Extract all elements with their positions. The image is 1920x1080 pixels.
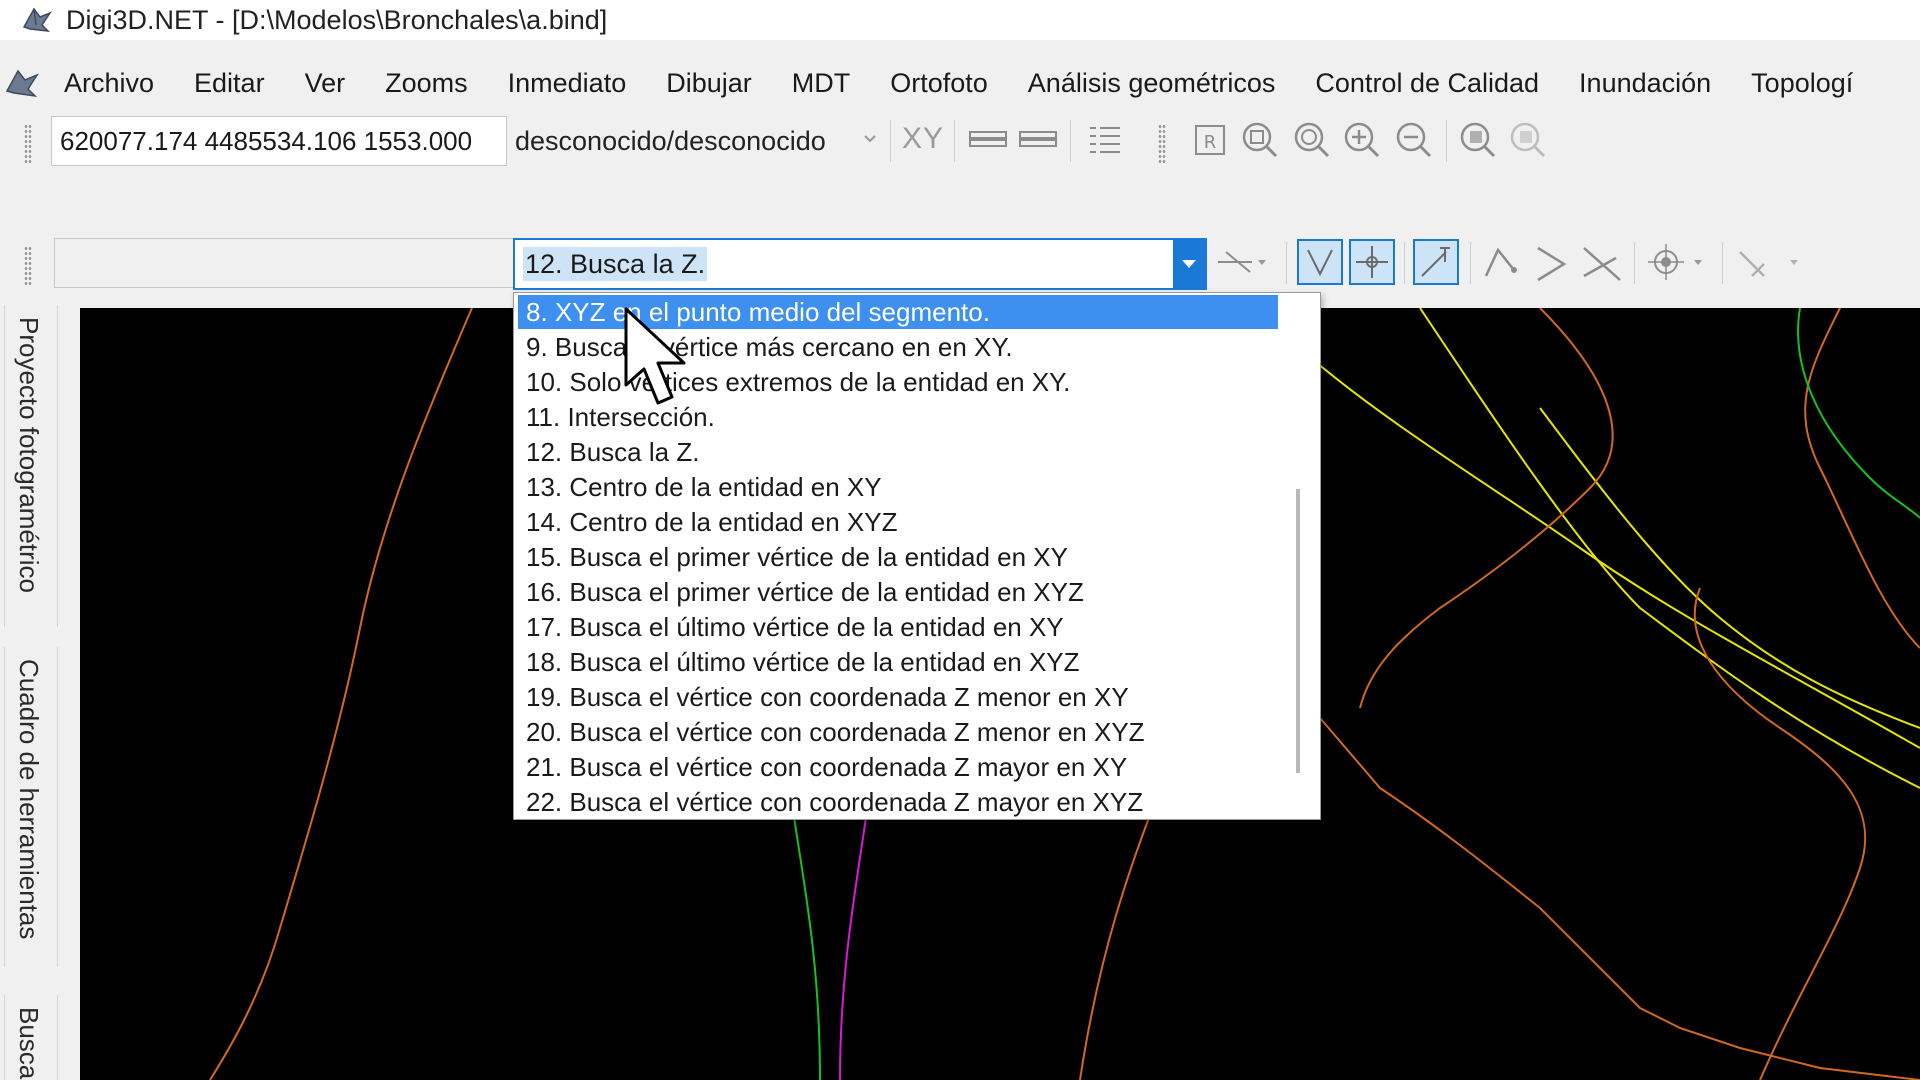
toolbar-separator <box>1286 242 1287 284</box>
contour-line <box>1797 308 1920 519</box>
contour-line <box>1359 308 1614 709</box>
window-title: Digi3D.NET - [D:\Modelos\Bronchales\a.bi… <box>66 4 608 35</box>
crs-value: desconocido/desconocido <box>515 125 826 156</box>
dropdown-option[interactable]: 16. Busca el primer vértice de la entida… <box>518 575 1278 609</box>
contour-line <box>1265 317 1920 749</box>
menu-zooms[interactable]: Zooms <box>365 68 488 99</box>
toolbar-separator <box>1634 242 1635 284</box>
zoom-window-icon[interactable] <box>1290 118 1334 162</box>
coordinates-input[interactable] <box>51 116 507 166</box>
dropdown-option[interactable]: 14. Centro de la entidad en XYZ <box>518 505 1278 539</box>
menu-analisis-geometricos[interactable]: Análisis geométricos <box>1008 68 1296 99</box>
list-icon[interactable] <box>1084 118 1128 162</box>
menu-topologia[interactable]: Topologí <box>1731 68 1873 99</box>
tab-cuadro-de-herramientas[interactable]: Cuadro de herramientas <box>4 647 58 967</box>
toolbar-separator <box>1722 242 1723 284</box>
toolbar-grip[interactable] <box>24 124 32 164</box>
contour-line <box>1804 308 1920 649</box>
vertex-snap-icon[interactable] <box>1296 238 1344 286</box>
menu-ver[interactable]: Ver <box>285 68 366 99</box>
menu-control-de-calidad[interactable]: Control de Calidad <box>1295 68 1559 99</box>
dropdown-option[interactable]: 15. Busca el primer vértice de la entida… <box>518 540 1278 574</box>
tab-label: Proyecto fotogramétrico <box>14 317 44 594</box>
menu-inmediato[interactable]: Inmediato <box>488 68 647 99</box>
side-panel-tabs: Proyecto fotogramétrico Cuadro de herram… <box>0 305 62 1080</box>
dropdown-option[interactable]: 22. Busca el vértice con coordenada Z ma… <box>518 785 1278 819</box>
zoom-out-icon[interactable] <box>1392 118 1436 162</box>
toolbar-separator <box>1404 242 1405 284</box>
document-icon[interactable] <box>2 63 42 103</box>
toolbar-separator <box>1070 120 1071 162</box>
tab-busca[interactable]: Busca <box>4 995 58 1080</box>
svg-text:R: R <box>1204 132 1217 153</box>
xy-toggle-button[interactable]: XY <box>902 122 944 156</box>
toolbar-grip[interactable] <box>24 246 32 286</box>
toolbar-separator <box>1446 120 1447 162</box>
menu-inundacion[interactable]: Inundación <box>1559 68 1731 99</box>
crs-select[interactable]: desconocido/desconocido <box>515 116 885 166</box>
toolbar-grip[interactable] <box>1158 124 1166 164</box>
menu-bar: Archivo Editar Ver Zooms Inmediato Dibuj… <box>0 58 1920 108</box>
zoom-previous-icon[interactable] <box>1456 118 1500 162</box>
contour-line <box>1419 308 1920 789</box>
menu-mdt[interactable]: MDT <box>772 68 870 99</box>
title-bar: Digi3D.NET - [D:\Modelos\Bronchales\a.bi… <box>0 0 1920 40</box>
redraw-icon[interactable]: R <box>1188 118 1232 162</box>
intersection-icon[interactable] <box>1580 240 1624 284</box>
chevron-down-icon <box>1182 260 1196 268</box>
menu-archivo[interactable]: Archivo <box>42 68 174 99</box>
ruler-double-icon[interactable] <box>1016 118 1060 162</box>
dropdown-scrollbar[interactable] <box>1296 489 1300 773</box>
tab-label: Busca <box>14 1007 44 1080</box>
menu-editar[interactable]: Editar <box>174 68 285 99</box>
contour-line <box>1319 717 1920 1080</box>
dropdown-option[interactable]: 20. Busca el vértice con coordenada Z me… <box>518 715 1278 749</box>
toolbar-separator <box>890 120 891 162</box>
target-icon[interactable] <box>1644 240 1708 284</box>
menu-dibujar[interactable]: Dibujar <box>646 68 772 99</box>
ruler-icon[interactable] <box>966 118 1010 162</box>
contour-line <box>839 787 871 1080</box>
contour-line <box>1079 787 1161 1080</box>
snap-dropdown-button[interactable] <box>1173 240 1205 288</box>
snap-mode-combobox[interactable]: 12. Busca la Z. <box>513 238 1207 290</box>
snap-arc-icon[interactable] <box>1734 240 1804 284</box>
zoom-all-icon[interactable] <box>1238 118 1282 162</box>
contour-line <box>209 308 473 1080</box>
snap-mode-selected: 12. Busca la Z. <box>523 247 708 281</box>
snap-options-icon[interactable] <box>1212 240 1272 284</box>
angle-icon[interactable] <box>1530 240 1574 284</box>
app-logo-icon <box>22 7 52 32</box>
dropdown-option[interactable]: 21. Busca el vértice con coordenada Z ma… <box>518 750 1278 784</box>
chevron-down-icon <box>864 135 876 143</box>
command-input[interactable] <box>54 238 514 288</box>
contour-line <box>1539 407 1920 729</box>
crosshair-snap-icon[interactable] <box>1348 238 1396 286</box>
toolbar-separator <box>954 120 955 162</box>
dropdown-option[interactable]: 18. Busca el último vértice de la entida… <box>518 645 1278 679</box>
toolbar-separator <box>1470 242 1471 284</box>
app-window: Digi3D.NET - [D:\Modelos\Bronchales\a.bi… <box>0 0 1920 1080</box>
tab-proyecto-fotogrametrico[interactable]: Proyecto fotogramétrico <box>4 305 58 627</box>
tab-label: Cuadro de herramientas <box>14 659 44 940</box>
dropdown-option[interactable]: 12. Busca la Z. <box>518 435 1278 469</box>
perpendicular-snap-icon[interactable] <box>1412 238 1460 286</box>
polyline-icon[interactable] <box>1480 240 1524 284</box>
zoom-next-icon[interactable] <box>1506 118 1550 162</box>
dropdown-option[interactable]: 19. Busca el vértice con coordenada Z me… <box>518 680 1278 714</box>
menu-ortofoto[interactable]: Ortofoto <box>870 68 1008 99</box>
contour-line <box>789 787 821 1080</box>
dropdown-option[interactable]: 13. Centro de la entidad en XY <box>518 470 1278 504</box>
mouse-cursor-icon <box>624 307 686 405</box>
zoom-in-icon[interactable] <box>1340 118 1384 162</box>
dropdown-option[interactable]: 17. Busca el último vértice de la entida… <box>518 610 1278 644</box>
